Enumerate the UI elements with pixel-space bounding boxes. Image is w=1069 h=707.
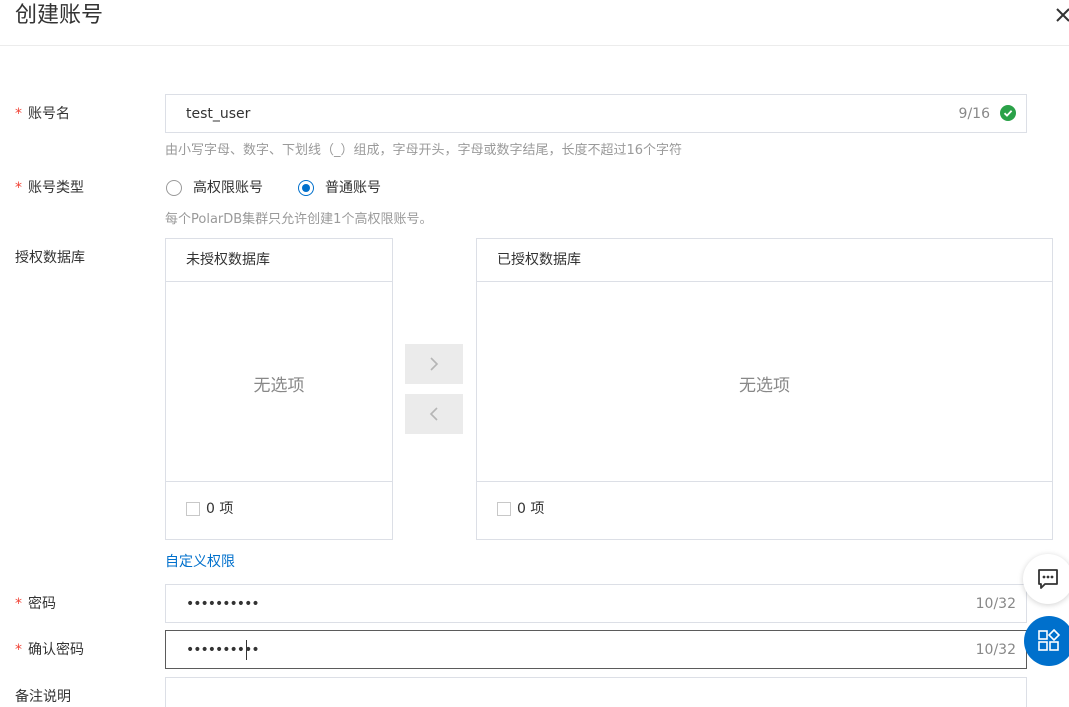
move-right-button[interactable] (405, 344, 463, 384)
radio-normal-account-label[interactable]: 普通账号 (325, 178, 381, 198)
panel-title: 已授权数据库 (497, 252, 581, 268)
select-all-checkbox[interactable] (186, 502, 200, 516)
confirm-password-label: * 确认密码 (15, 642, 84, 658)
remark-label: 备注说明 (15, 689, 71, 705)
check-circle-icon (1000, 105, 1016, 121)
required-mark: * (15, 106, 22, 122)
empty-text: 无选项 (739, 376, 790, 396)
required-mark: * (15, 180, 22, 196)
radio-normal-account[interactable] (298, 180, 314, 196)
panel-header: 已授权数据库 (477, 239, 1052, 282)
item-count: 0 项 (517, 501, 545, 517)
account-type-hint: 每个PolarDB集群只允许创建1个高权限账号。 (165, 212, 433, 227)
chat-icon (1038, 569, 1058, 589)
panel-title: 未授权数据库 (186, 252, 270, 268)
authorized-db-panel: 已授权数据库 无选项 0 项 (476, 238, 1053, 540)
remark-input[interactable] (165, 677, 1027, 707)
account-name-value: test_user (186, 106, 251, 122)
required-mark: * (15, 596, 22, 612)
close-icon[interactable] (1053, 5, 1069, 25)
chevron-right-icon (430, 357, 439, 371)
radio-high-privilege-label[interactable]: 高权限账号 (193, 178, 263, 198)
dialog-header: 创建账号 (0, 0, 1069, 46)
account-type-label: * 账号类型 (15, 180, 84, 196)
custom-permission-link[interactable]: 自定义权限 (165, 552, 235, 572)
dialog-title: 创建账号 (15, 3, 104, 28)
panel-footer: 0 项 (477, 481, 1052, 539)
select-all-checkbox[interactable] (497, 502, 511, 516)
text-caret (246, 640, 247, 660)
password-count: 10/32 (975, 596, 1016, 612)
apps-icon (1038, 629, 1061, 651)
radio-high-privilege[interactable] (166, 180, 182, 196)
move-left-button[interactable] (405, 394, 463, 434)
unauthorized-db-panel: 未授权数据库 无选项 0 项 (165, 238, 393, 540)
required-mark: * (15, 642, 22, 658)
chevron-left-icon (429, 407, 438, 421)
item-count: 0 项 (206, 501, 234, 517)
confirm-password-input[interactable]: •••••••••• 10/32 (165, 630, 1027, 669)
account-name-hint: 由小写字母、数字、下划线（_）组成，字母开头，字母或数字结尾，长度不超过16个字… (165, 143, 683, 158)
password-label: * 密码 (15, 596, 56, 612)
account-name-label: * 账号名 (15, 106, 70, 122)
apps-button[interactable] (1024, 616, 1069, 666)
chat-button[interactable] (1023, 554, 1069, 604)
panel-footer: 0 项 (166, 481, 392, 539)
databases-label: 授权数据库 (15, 250, 85, 266)
empty-text: 无选项 (253, 376, 305, 396)
confirm-password-count: 10/32 (975, 642, 1016, 658)
account-name-input[interactable]: test_user 9/16 (165, 94, 1027, 133)
password-value: •••••••••• (186, 596, 260, 612)
account-name-count: 9/16 (958, 106, 990, 122)
panel-header: 未授权数据库 (166, 239, 392, 282)
password-input[interactable]: •••••••••• 10/32 (165, 584, 1027, 623)
confirm-password-value: •••••••••• (186, 642, 260, 658)
